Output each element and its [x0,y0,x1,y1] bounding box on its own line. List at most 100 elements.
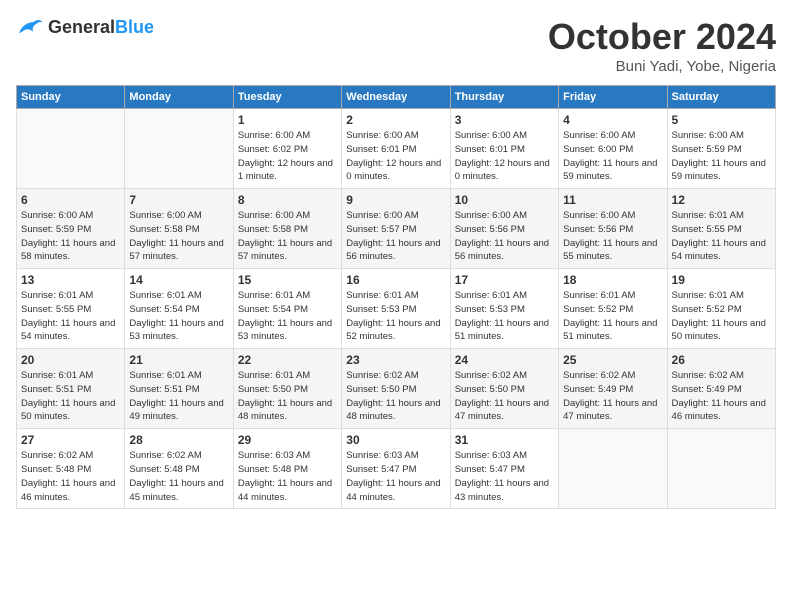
day-number: 27 [21,433,120,447]
day-info: Sunrise: 6:01 AMSunset: 5:52 PMDaylight:… [563,289,662,344]
day-number: 6 [21,193,120,207]
calendar-day-cell: 12Sunrise: 6:01 AMSunset: 5:55 PMDayligh… [667,189,775,269]
day-info: Sunrise: 6:00 AMSunset: 6:00 PMDaylight:… [563,129,662,184]
day-info: Sunrise: 6:00 AMSunset: 5:59 PMDaylight:… [21,209,120,264]
calendar-day-cell: 13 Sunrise: 6:01 AMSunset: 5:55 PMDayligh… [17,269,125,349]
calendar-day-cell: 29Sunrise: 6:03 AMSunset: 5:48 PMDayligh… [233,429,341,509]
weekday-header: Thursday [450,86,558,109]
day-number: 9 [346,193,445,207]
calendar-day-cell [17,109,125,189]
day-number: 30 [346,433,445,447]
day-number: 20 [21,353,120,367]
day-info: Sunrise: 6:00 AMSunset: 6:02 PMDaylight:… [238,129,337,184]
day-number: 10 [455,193,554,207]
day-info: Sunrise: 6:03 AMSunset: 5:47 PMDaylight:… [346,449,445,504]
logo-bird-icon [16,16,44,38]
day-info: Sunrise: 6:01 AMSunset: 5:55 PMDaylight:… [21,289,120,344]
calendar-day-cell: 30 Sunrise: 6:03 AMSunset: 5:47 PMDayligh… [342,429,450,509]
day-info: Sunrise: 6:00 AMSunset: 6:01 PMDaylight:… [346,129,445,184]
day-number: 8 [238,193,337,207]
calendar-day-cell: 26 Sunrise: 6:02 AMSunset: 5:49 PMDayligh… [667,349,775,429]
calendar-day-cell: 15Sunrise: 6:01 AMSunset: 5:54 PMDayligh… [233,269,341,349]
calendar-day-cell: 8Sunrise: 6:00 AMSunset: 5:58 PMDaylight… [233,189,341,269]
day-info: Sunrise: 6:01 AMSunset: 5:51 PMDaylight:… [21,369,120,424]
day-info: Sunrise: 6:01 AMSunset: 5:54 PMDaylight:… [129,289,228,344]
calendar-day-cell: 16Sunrise: 6:01 AMSunset: 5:53 PMDayligh… [342,269,450,349]
calendar-table: SundayMondayTuesdayWednesdayThursdayFrid… [16,85,776,509]
calendar-day-cell: 19 Sunrise: 6:01 AMSunset: 5:52 PMDayligh… [667,269,775,349]
calendar-week-row: 20 Sunrise: 6:01 AMSunset: 5:51 PMDayligh… [17,349,776,429]
calendar-day-cell: 27 Sunrise: 6:02 AMSunset: 5:48 PMDayligh… [17,429,125,509]
calendar-day-cell: 25 Sunrise: 6:02 AMSunset: 5:49 PMDayligh… [559,349,667,429]
day-info: Sunrise: 6:00 AMSunset: 5:56 PMDaylight:… [563,209,662,264]
day-number: 18 [563,273,662,287]
day-info: Sunrise: 6:02 AMSunset: 5:49 PMDaylight:… [672,369,771,424]
day-info: Sunrise: 6:02 AMSunset: 5:50 PMDaylight:… [455,369,554,424]
day-info: Sunrise: 6:02 AMSunset: 5:49 PMDaylight:… [563,369,662,424]
day-number: 21 [129,353,228,367]
day-info: Sunrise: 6:00 AMSunset: 5:59 PMDaylight:… [672,129,771,184]
calendar-day-cell: 6 Sunrise: 6:00 AMSunset: 5:59 PMDaylight… [17,189,125,269]
day-info: Sunrise: 6:02 AMSunset: 5:50 PMDaylight:… [346,369,445,424]
day-number: 12 [672,193,771,207]
calendar-day-cell: 17 Sunrise: 6:01 AMSunset: 5:53 PMDayligh… [450,269,558,349]
month-title: October 2024 [548,16,776,58]
day-number: 23 [346,353,445,367]
day-info: Sunrise: 6:01 AMSunset: 5:53 PMDaylight:… [346,289,445,344]
logo-text: GeneralBlue [48,17,154,38]
day-number: 5 [672,113,771,127]
calendar-day-cell: 9 Sunrise: 6:00 AMSunset: 5:57 PMDaylight… [342,189,450,269]
calendar-day-cell: 14 Sunrise: 6:01 AMSunset: 5:54 PMDayligh… [125,269,233,349]
day-number: 2 [346,113,445,127]
day-number: 4 [563,113,662,127]
calendar-day-cell: 3Sunrise: 6:00 AMSunset: 6:01 PMDaylight… [450,109,558,189]
day-info: Sunrise: 6:02 AMSunset: 5:48 PMDaylight:… [21,449,120,504]
day-number: 31 [455,433,554,447]
day-number: 26 [672,353,771,367]
calendar-day-cell: 2 Sunrise: 6:00 AMSunset: 6:01 PMDaylight… [342,109,450,189]
calendar-week-row: 1Sunrise: 6:00 AMSunset: 6:02 PMDaylight… [17,109,776,189]
weekday-header: Friday [559,86,667,109]
day-number: 15 [238,273,337,287]
day-info: Sunrise: 6:03 AMSunset: 5:48 PMDaylight:… [238,449,337,504]
day-info: Sunrise: 6:01 AMSunset: 5:50 PMDaylight:… [238,369,337,424]
day-number: 22 [238,353,337,367]
logo: GeneralBlue [16,16,154,38]
calendar-day-cell [125,109,233,189]
calendar-day-cell: 10Sunrise: 6:00 AMSunset: 5:56 PMDayligh… [450,189,558,269]
calendar-day-cell: 11 Sunrise: 6:00 AMSunset: 5:56 PMDayligh… [559,189,667,269]
weekday-header: Saturday [667,86,775,109]
day-number: 7 [129,193,228,207]
calendar-day-cell: 5 Sunrise: 6:00 AMSunset: 5:59 PMDaylight… [667,109,775,189]
day-number: 11 [563,193,662,207]
calendar-day-cell: 21 Sunrise: 6:01 AMSunset: 5:51 PMDayligh… [125,349,233,429]
day-info: Sunrise: 6:02 AMSunset: 5:48 PMDaylight:… [129,449,228,504]
day-info: Sunrise: 6:00 AMSunset: 5:57 PMDaylight:… [346,209,445,264]
day-number: 3 [455,113,554,127]
day-number: 17 [455,273,554,287]
weekday-header: Sunday [17,86,125,109]
day-number: 19 [672,273,771,287]
calendar-week-row: 6 Sunrise: 6:00 AMSunset: 5:59 PMDaylight… [17,189,776,269]
weekday-header: Wednesday [342,86,450,109]
day-number: 28 [129,433,228,447]
calendar-day-cell: 23 Sunrise: 6:02 AMSunset: 5:50 PMDayligh… [342,349,450,429]
calendar-day-cell [667,429,775,509]
calendar-week-row: 27 Sunrise: 6:02 AMSunset: 5:48 PMDayligh… [17,429,776,509]
calendar-day-cell: 1Sunrise: 6:00 AMSunset: 6:02 PMDaylight… [233,109,341,189]
calendar-day-cell: 22 Sunrise: 6:01 AMSunset: 5:50 PMDayligh… [233,349,341,429]
day-number: 25 [563,353,662,367]
weekday-header: Tuesday [233,86,341,109]
day-number: 14 [129,273,228,287]
page-header: GeneralBlue October 2024 Buni Yadi, Yobe… [16,16,776,75]
calendar-day-cell: 7Sunrise: 6:00 AMSunset: 5:58 PMDaylight… [125,189,233,269]
day-info: Sunrise: 6:01 AMSunset: 5:52 PMDaylight:… [672,289,771,344]
calendar-week-row: 13 Sunrise: 6:01 AMSunset: 5:55 PMDayligh… [17,269,776,349]
day-info: Sunrise: 6:01 AMSunset: 5:53 PMDaylight:… [455,289,554,344]
calendar-day-cell: 24Sunrise: 6:02 AMSunset: 5:50 PMDayligh… [450,349,558,429]
calendar-day-cell: 20 Sunrise: 6:01 AMSunset: 5:51 PMDayligh… [17,349,125,429]
day-number: 13 [21,273,120,287]
location-title: Buni Yadi, Yobe, Nigeria [548,58,776,75]
day-info: Sunrise: 6:01 AMSunset: 5:51 PMDaylight:… [129,369,228,424]
calendar-day-cell: 4 Sunrise: 6:00 AMSunset: 6:00 PMDaylight… [559,109,667,189]
